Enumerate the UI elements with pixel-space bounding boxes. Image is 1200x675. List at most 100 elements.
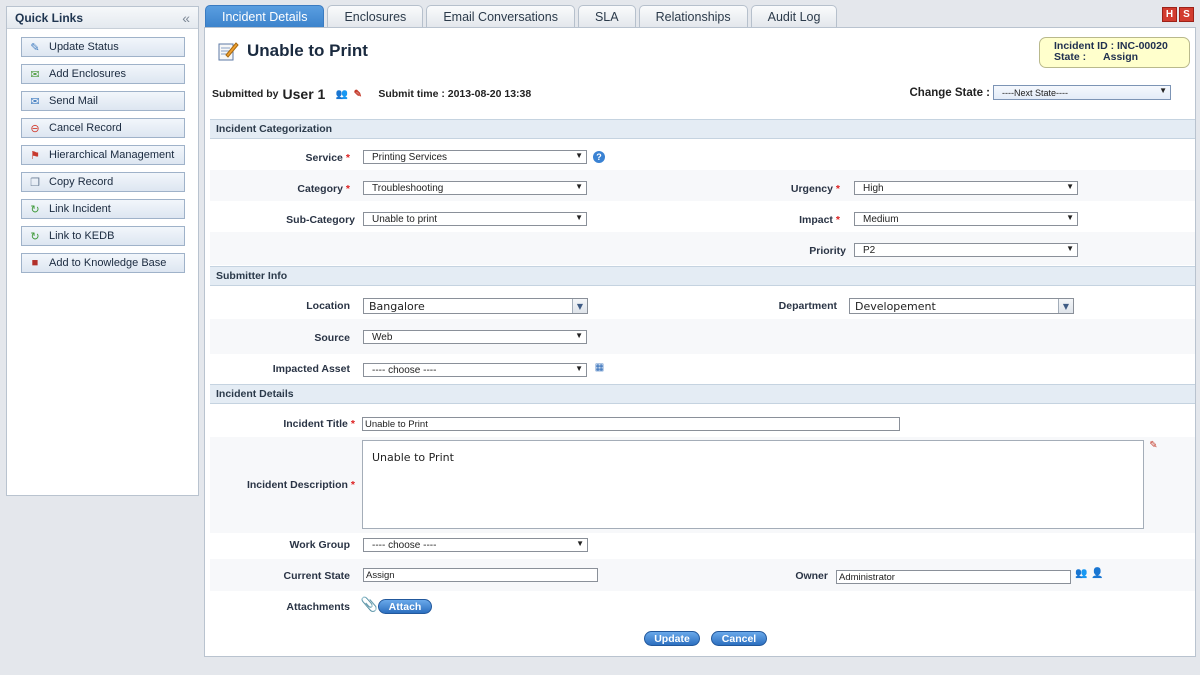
quick-link-label: Hierarchical Management — [49, 149, 175, 161]
incident-description-textarea[interactable]: Unable to Print — [362, 440, 1144, 529]
work-group-value: ---- choose ---- — [372, 539, 437, 551]
urgency-label-text: Urgency — [790, 183, 833, 195]
department-combobox[interactable]: Developement ▼ — [849, 298, 1074, 314]
section-incident-categorization: Incident Categorization — [210, 119, 1195, 139]
edit-document-icon — [218, 42, 239, 61]
tab-relationships[interactable]: Relationships — [638, 5, 748, 27]
category-value: Troubleshooting — [372, 182, 444, 194]
collapse-left-icon[interactable]: « — [182, 10, 190, 26]
section-incident-details: Incident Details — [210, 384, 1195, 404]
category-label-text: Category — [297, 183, 343, 195]
quick-link-label: Link Incident — [49, 203, 111, 215]
tab-audit-log[interactable]: Audit Log — [750, 5, 838, 27]
work-group-select[interactable]: ---- choose ---- ▼ — [363, 538, 588, 552]
update-button[interactable]: Update — [644, 631, 700, 646]
quick-link-add-enclosures[interactable]: ✉ Add Enclosures — [21, 64, 185, 84]
service-select[interactable]: Printing Services ▼ — [363, 150, 587, 164]
tab-bar: Incident Details Enclosures Email Conversa… — [205, 5, 840, 27]
incident-details-panel: Unable to Print Incident ID : INC-00020 … — [204, 27, 1196, 657]
quick-link-link-to-kedb[interactable]: ↻ Link to KEDB — [21, 226, 185, 246]
impacted-asset-value: ---- choose ---- — [372, 364, 437, 376]
page-title: Unable to Print — [247, 41, 368, 60]
quick-link-label: Cancel Record — [49, 122, 122, 134]
attachments-label: Attachments — [286, 601, 350, 613]
quick-link-link-incident[interactable]: ↻ Link Incident — [21, 199, 185, 219]
section-submitter-info: Submitter Info — [210, 266, 1195, 286]
department-label: Department — [778, 300, 837, 312]
submit-time: Submit time : 2013-08-20 13:38 — [378, 88, 532, 100]
urgency-select[interactable]: High ▼ — [854, 181, 1078, 195]
source-select[interactable]: Web ▼ — [363, 330, 587, 344]
quick-link-cancel-record[interactable]: ⊖ Cancel Record — [21, 118, 185, 138]
quick-link-icon: ■ — [31, 257, 39, 269]
quick-link-hierarchical-management[interactable]: ⚑ Hierarchical Management — [21, 145, 185, 165]
owner-label: Owner — [795, 570, 828, 582]
quick-link-icon: ✉ — [30, 95, 40, 108]
submit-info: Submitted by User 1 👥 ✎ Submit time : 20… — [212, 86, 531, 102]
settings-s-icon[interactable]: S — [1179, 7, 1194, 22]
impact-label-text: Impact — [799, 214, 833, 226]
source-value: Web — [372, 331, 393, 343]
service-value: Printing Services — [372, 151, 448, 163]
owner-icons: 👥 👤 — [1075, 567, 1104, 580]
help-h-icon[interactable]: H — [1162, 7, 1177, 22]
change-state-label: Change State : — [909, 86, 990, 99]
tab-sla[interactable]: SLA — [577, 5, 636, 27]
quick-link-send-mail[interactable]: ✉ Send Mail — [21, 91, 185, 111]
cancel-button[interactable]: Cancel — [711, 631, 767, 646]
quick-link-update-status[interactable]: ✎ Update Status — [21, 37, 185, 57]
quick-link-label: Add to Knowledge Base — [49, 257, 167, 269]
quick-links-panel: Quick Links « ✎ Update Status ✉ Add Enclosu… — [6, 6, 199, 496]
subcategory-value: Unable to print — [372, 213, 438, 225]
incident-description-label-text: Incident Description — [246, 479, 348, 491]
state-value: Assign — [1103, 51, 1139, 63]
user-icon[interactable]: 👤 — [1091, 567, 1104, 580]
category-label: Category * — [297, 183, 350, 195]
quick-link-label: Update Status — [49, 41, 119, 53]
category-select[interactable]: Troubleshooting ▼ — [363, 181, 587, 195]
impacted-asset-select[interactable]: ---- choose ---- ▼ — [363, 363, 587, 377]
chevron-down-icon: ▼ — [1066, 244, 1074, 253]
quick-link-icon: ✉ — [30, 68, 40, 81]
quick-link-add-to-knowledge-base[interactable]: ■ Add to Knowledge Base — [21, 253, 185, 273]
priority-select[interactable]: P2 ▼ — [854, 243, 1078, 257]
priority-label: Priority — [809, 245, 846, 257]
chevron-down-icon: ▼ — [575, 364, 583, 373]
quick-link-icon: ⚑ — [30, 149, 40, 162]
incident-state: State : Assign — [1054, 52, 1189, 63]
change-state-select[interactable]: ----Next State---- ▼ — [993, 85, 1171, 100]
edit-description-icon[interactable]: ✎ — [1147, 439, 1160, 452]
incident-title-label-text: Incident Title — [283, 418, 348, 430]
users-icon[interactable]: 👥 — [1075, 567, 1088, 580]
incident-title-input[interactable]: Unable to Print — [362, 417, 900, 431]
quick-link-icon: ↻ — [30, 230, 40, 243]
source-label: Source — [314, 332, 350, 344]
tab-enclosures[interactable]: Enclosures — [327, 5, 424, 27]
location-combobox[interactable]: Bangalore ▼ — [363, 298, 588, 314]
state-label: State : — [1054, 51, 1087, 63]
chevron-down-icon[interactable]: ▼ — [572, 299, 587, 313]
subcategory-select[interactable]: Unable to print ▼ — [363, 212, 587, 226]
users-icon[interactable]: 👥 — [335, 88, 348, 101]
location-value: Bangalore — [369, 299, 425, 313]
impact-select[interactable]: Medium ▼ — [854, 212, 1078, 226]
chevron-down-icon: ▼ — [575, 213, 583, 222]
chevron-down-icon[interactable]: ▼ — [1058, 299, 1073, 313]
asset-lookup-icon[interactable]: ▦ — [593, 361, 606, 374]
attach-button[interactable]: Attach — [378, 599, 432, 614]
paperclip-icon: 📎 — [360, 596, 379, 612]
change-state-value: ----Next State---- — [1002, 87, 1068, 98]
chevron-down-icon: ▼ — [575, 151, 583, 160]
owner-input[interactable]: Administrator — [836, 570, 1071, 584]
quick-links-title: Quick Links — [15, 10, 84, 25]
current-state-label: Current State — [283, 570, 350, 582]
tab-incident-details[interactable]: Incident Details — [205, 5, 325, 27]
help-icon[interactable]: ? — [593, 151, 605, 163]
tab-email-conversations[interactable]: Email Conversations — [426, 5, 575, 27]
quick-link-icon: ✎ — [30, 41, 40, 54]
current-state-input[interactable]: Assign — [363, 568, 598, 582]
service-label: Service * — [305, 152, 350, 164]
edit-user-icon[interactable]: ✎ — [351, 88, 364, 101]
quick-link-copy-record[interactable]: ❐ Copy Record — [21, 172, 185, 192]
incident-description-label: Incident Description * — [246, 479, 355, 491]
